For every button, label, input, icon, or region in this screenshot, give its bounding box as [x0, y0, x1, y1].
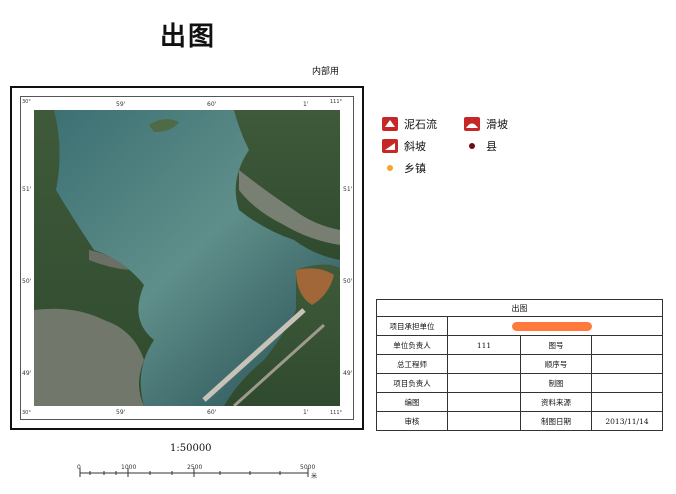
corner-bottom-left: 30° — [22, 410, 31, 416]
info-label: 审核 — [376, 411, 448, 431]
legend-item-county: 县 — [464, 138, 497, 154]
info-value — [447, 392, 521, 412]
legend-label: 斜坡 — [404, 140, 426, 153]
corner-bottom-right: 111° — [330, 410, 343, 416]
scale-unit: 米 — [311, 473, 318, 480]
info-value — [447, 354, 521, 374]
legend-item-town: 乡镇 — [382, 160, 426, 176]
left-tick-label: 51' — [22, 186, 32, 193]
legend-label: 乡镇 — [404, 162, 426, 175]
legend-label: 泥石流 — [404, 118, 437, 131]
info-label: 制图 — [520, 373, 592, 393]
legend-label: 滑坡 — [486, 118, 508, 131]
bottom-tick-label: 1' — [303, 409, 309, 416]
slope-icon — [382, 139, 398, 153]
right-tick-label: 51' — [343, 186, 353, 193]
top-tick-label: 59' — [116, 101, 126, 108]
scale-tick-label: 5000 — [300, 464, 316, 471]
info-label: 顺序号 — [520, 354, 592, 374]
info-label: 编图 — [376, 392, 448, 412]
scale-ratio: 1:50000 — [170, 443, 212, 454]
map-info-table: 出图 项目承担单位 单位负责人 111 图号 总工程师 顺序号 项目负责人 制图… — [376, 299, 663, 431]
info-value: 2013/11/14 — [591, 411, 663, 431]
info-value — [447, 411, 521, 431]
county-dot-icon — [469, 143, 475, 149]
info-value — [591, 392, 663, 412]
top-tick-label: 60' — [207, 101, 217, 108]
info-table-title: 出图 — [376, 299, 663, 317]
scale-tick-label: 2500 — [187, 464, 203, 471]
internal-use-label: 内部用 — [312, 67, 340, 77]
legend-item-landslide: 滑坡 — [464, 116, 508, 132]
bottom-tick-label: 59' — [116, 409, 126, 416]
info-label: 项目负责人 — [376, 373, 448, 393]
legend-item-debris-flow: 泥石流 — [382, 116, 437, 132]
page-title: 出图 — [160, 22, 217, 52]
corner-top-left: 30° — [22, 99, 31, 105]
landslide-icon — [464, 117, 480, 131]
info-label: 单位负责人 — [376, 335, 448, 355]
corner-top-right: 111° — [330, 99, 343, 105]
debris-flow-icon — [382, 117, 398, 131]
right-tick-label: 49' — [343, 370, 353, 377]
info-label: 图号 — [520, 335, 592, 355]
legend-label: 县 — [486, 140, 497, 153]
satellite-map-image[interactable] — [34, 110, 340, 406]
info-value — [447, 373, 521, 393]
info-value-redacted — [447, 316, 663, 336]
redaction-mark — [512, 322, 592, 331]
scale-tick-label: 0 — [77, 464, 81, 471]
town-dot-icon — [387, 165, 393, 171]
legend-item-slope: 斜坡 — [382, 138, 426, 154]
info-label: 制图日期 — [520, 411, 592, 431]
info-label: 项目承担单位 — [376, 316, 448, 336]
right-tick-label: 50' — [343, 278, 353, 285]
top-tick-label: 1' — [303, 101, 309, 108]
scale-tick-label: 1000 — [121, 464, 137, 471]
info-value — [591, 354, 663, 374]
left-tick-label: 50' — [22, 278, 32, 285]
bottom-tick-label: 60' — [207, 409, 217, 416]
info-label: 资料来源 — [520, 392, 592, 412]
info-value: 111 — [447, 335, 521, 355]
left-tick-label: 49' — [22, 370, 32, 377]
info-value — [591, 373, 663, 393]
info-label: 总工程师 — [376, 354, 448, 374]
info-value — [591, 335, 663, 355]
